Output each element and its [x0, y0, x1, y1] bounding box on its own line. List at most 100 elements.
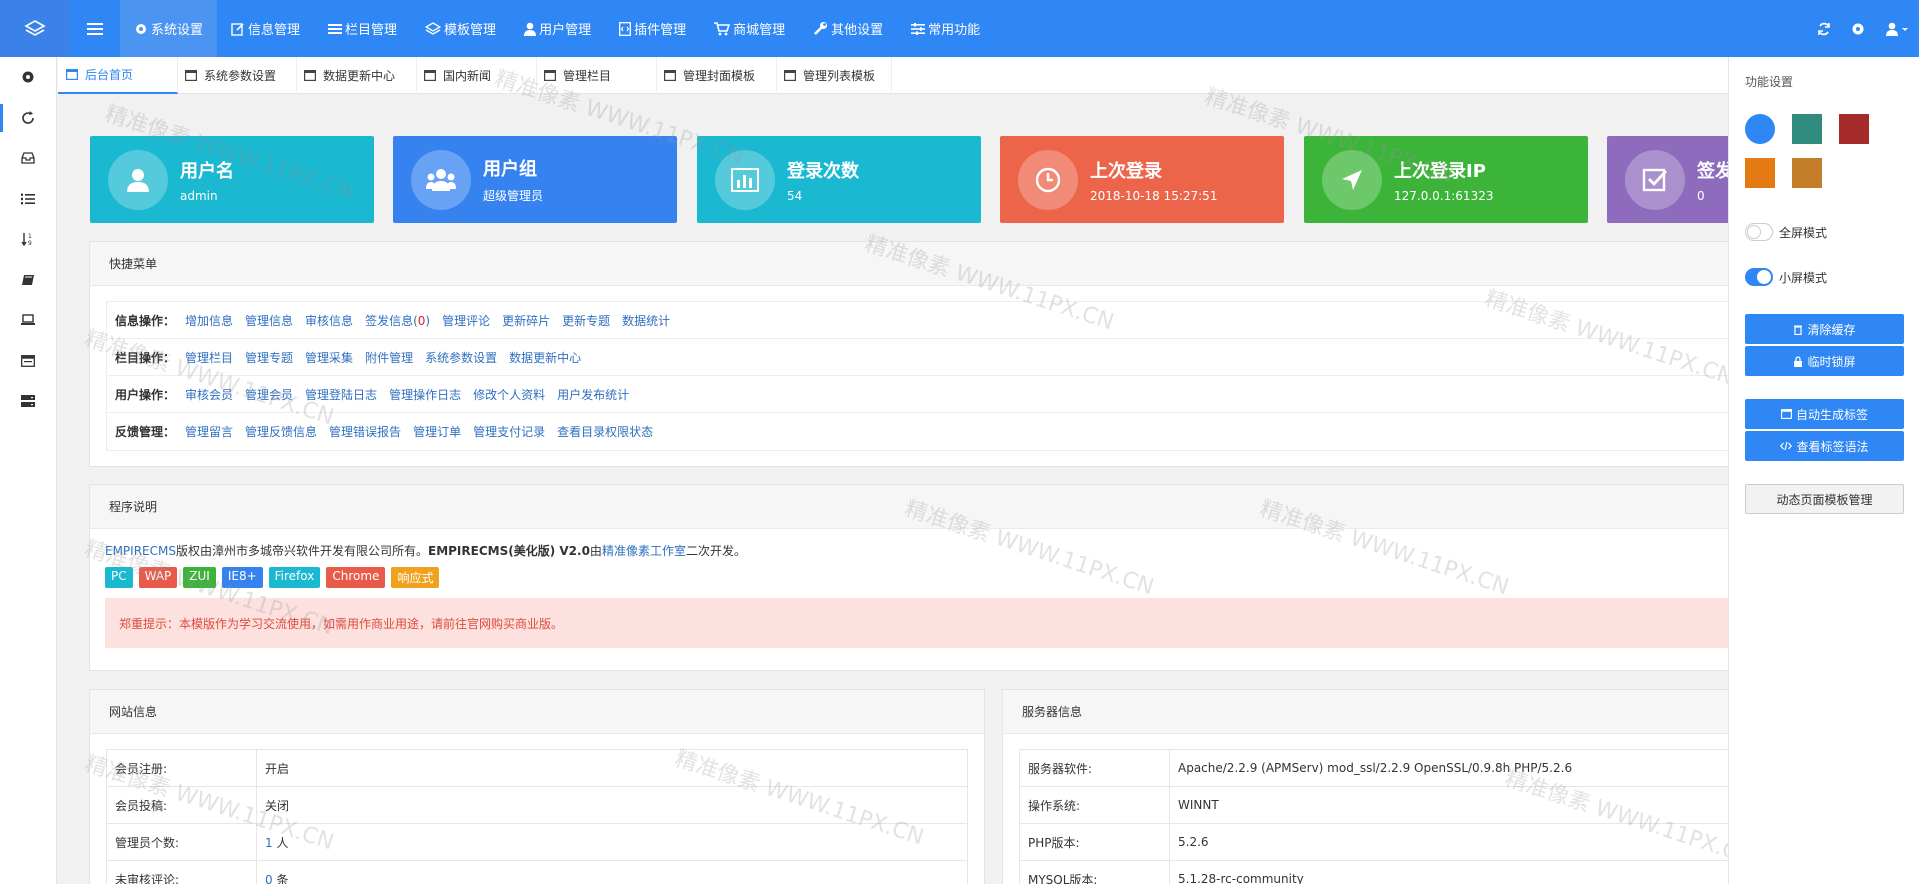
lock-screen-button[interactable]: 临时锁屏: [1745, 346, 1904, 376]
link-manage-columns[interactable]: 管理栏目: [185, 349, 233, 366]
theme-swatch-red[interactable]: [1839, 114, 1869, 144]
caret-down-icon: [1901, 27, 1908, 31]
link-manage-messages[interactable]: 管理留言: [185, 423, 233, 440]
settings-button[interactable]: [1841, 22, 1875, 36]
link-add-info[interactable]: 增加信息: [185, 312, 233, 329]
row-key: MYSQL版本:: [1019, 860, 1170, 884]
link-manage-collect[interactable]: 管理采集: [305, 349, 353, 366]
nav-system-settings[interactable]: 系统设置: [120, 0, 218, 57]
nav-shop-management[interactable]: 商城管理: [700, 0, 799, 57]
nav-info-management[interactable]: 信息管理: [217, 0, 314, 57]
admin-count-link[interactable]: 1: [265, 836, 273, 850]
nav-column-management[interactable]: 栏目管理: [314, 0, 411, 57]
sidebar-settings[interactable]: [0, 57, 56, 98]
link-update-topics[interactable]: 更新专题: [562, 312, 610, 329]
link-attachments[interactable]: 附件管理: [365, 349, 413, 366]
auto-generate-tag-button[interactable]: 自动生成标签: [1745, 399, 1904, 429]
card-title: 签发: [1697, 160, 1730, 182]
studio-link[interactable]: 精准像素工作室: [602, 544, 686, 558]
link-payment-records[interactable]: 管理支付记录: [473, 423, 545, 440]
tab-list-templates[interactable]: 管理列表模板: [777, 57, 892, 94]
link-manage-info[interactable]: 管理信息: [245, 312, 293, 329]
row-key: 未审核评论:: [106, 860, 257, 884]
row-value: 开启: [256, 749, 968, 787]
theme-swatch-blue[interactable]: [1745, 114, 1775, 144]
tab-cover-templates[interactable]: 管理封面模板: [657, 57, 777, 94]
dynamic-template-button[interactable]: 动态页面模板管理: [1745, 484, 1904, 514]
tab-home[interactable]: 后台首页: [58, 57, 178, 94]
link-operation-logs[interactable]: 管理操作日志: [389, 386, 461, 403]
tab-domestic-news[interactable]: 国内新闻: [417, 57, 537, 94]
sidebar-refresh[interactable]: [0, 98, 56, 139]
card-sign: 签发 0: [1607, 136, 1730, 223]
link-manage-feedback[interactable]: 管理反馈信息: [245, 423, 317, 440]
theme-swatch-teal[interactable]: [1792, 114, 1822, 144]
nav-user-management[interactable]: 用户管理: [510, 0, 605, 57]
link-edit-profile[interactable]: 修改个人资料: [473, 386, 545, 403]
link-data-stats[interactable]: 数据统计: [622, 312, 670, 329]
sidebar-inbox[interactable]: [0, 138, 56, 179]
link-manage-members[interactable]: 管理会员: [245, 386, 293, 403]
quick-menu-panel: 快捷菜单 信息操作： 增加信息 管理信息 审核信息 签发信息(0) 管理评论 更…: [89, 241, 1746, 467]
row-key: 操作系统:: [1019, 786, 1170, 824]
link-sign-info[interactable]: 签发信息(0): [365, 312, 430, 329]
link-review-members[interactable]: 审核会员: [185, 386, 233, 403]
nav-other-settings[interactable]: 其他设置: [799, 0, 897, 57]
theme-swatch-orange[interactable]: [1745, 158, 1775, 188]
link-manage-topics[interactable]: 管理专题: [245, 349, 293, 366]
tab-manage-columns[interactable]: 管理栏目: [537, 57, 657, 94]
card-title: 用户名: [180, 160, 234, 182]
card-title: 上次登录IP: [1394, 160, 1486, 182]
nav-template-management[interactable]: 模板管理: [411, 0, 510, 57]
refresh-button[interactable]: [1807, 22, 1841, 36]
link-directory-permissions[interactable]: 查看目录权限状态: [557, 423, 653, 440]
badge-zui: ZUI: [183, 567, 216, 588]
tab-label: 国内新闻: [443, 69, 492, 83]
badge-wap: WAP: [138, 567, 178, 588]
nav-plugin-management[interactable]: 插件管理: [605, 0, 700, 57]
menu-toggle-button[interactable]: [70, 0, 120, 57]
quick-row-info: 信息操作： 增加信息 管理信息 审核信息 签发信息(0) 管理评论 更新碎片 更…: [107, 302, 1745, 339]
window-icon: [66, 69, 78, 80]
toggle-knob: [1757, 270, 1771, 284]
clear-cache-button[interactable]: 清除缓存: [1745, 314, 1904, 344]
user-menu-button[interactable]: [1875, 22, 1919, 36]
tab-data-update[interactable]: 数据更新中心: [297, 57, 417, 94]
sidebar-ordered-list[interactable]: [0, 179, 56, 220]
fullscreen-toggle[interactable]: [1745, 223, 1773, 241]
link-manage-comments[interactable]: 管理评论: [442, 312, 490, 329]
row-value-cell: 0 条: [256, 860, 968, 884]
fullscreen-toggle-row: 全屏模式: [1729, 218, 1919, 246]
smallscreen-toggle[interactable]: [1745, 268, 1773, 286]
tab-system-params[interactable]: 系统参数设置: [178, 57, 297, 94]
link-login-logs[interactable]: 管理登陆日志: [305, 386, 377, 403]
link-user-publish-stats[interactable]: 用户发布统计: [557, 386, 629, 403]
link-manage-orders[interactable]: 管理订单: [413, 423, 461, 440]
list-icon: [328, 23, 343, 34]
sidebar-server[interactable]: [0, 381, 56, 422]
logo[interactable]: [0, 0, 70, 57]
link-update-fragments[interactable]: 更新碎片: [502, 312, 550, 329]
tag-syntax-button[interactable]: 查看标签语法: [1745, 431, 1904, 461]
link-review-info[interactable]: 审核信息: [305, 312, 353, 329]
theme-swatch-brown[interactable]: [1792, 158, 1822, 188]
card-title: 上次登录: [1090, 160, 1162, 182]
sidebar-laptop[interactable]: [0, 300, 56, 341]
button-label: 临时锁屏: [1807, 354, 1856, 369]
top-right-tools: [1807, 0, 1919, 57]
link-error-reports[interactable]: 管理错误报告: [329, 423, 401, 440]
card-last-login-ip: 上次登录IP 127.0.0.1:61323: [1304, 136, 1588, 223]
nav-label: 系统设置: [151, 23, 204, 38]
sidebar-book[interactable]: [0, 260, 56, 301]
row-value-cell: 1 人: [256, 823, 968, 861]
link-system-params[interactable]: 系统参数设置: [425, 349, 497, 366]
table-row: MYSQL版本: 5.1.28-rc-community: [1019, 860, 1734, 884]
window-icon: [304, 70, 316, 81]
nav-common-functions[interactable]: 常用功能: [897, 0, 994, 57]
sidebar-window[interactable]: [0, 341, 56, 382]
sidebar-sort[interactable]: 19: [0, 219, 56, 260]
nav-label: 信息管理: [248, 23, 301, 38]
brand-link[interactable]: EMPIRECMS: [105, 544, 176, 558]
link-data-update-center[interactable]: 数据更新中心: [509, 349, 581, 366]
pending-comments-link[interactable]: 0: [265, 873, 273, 884]
